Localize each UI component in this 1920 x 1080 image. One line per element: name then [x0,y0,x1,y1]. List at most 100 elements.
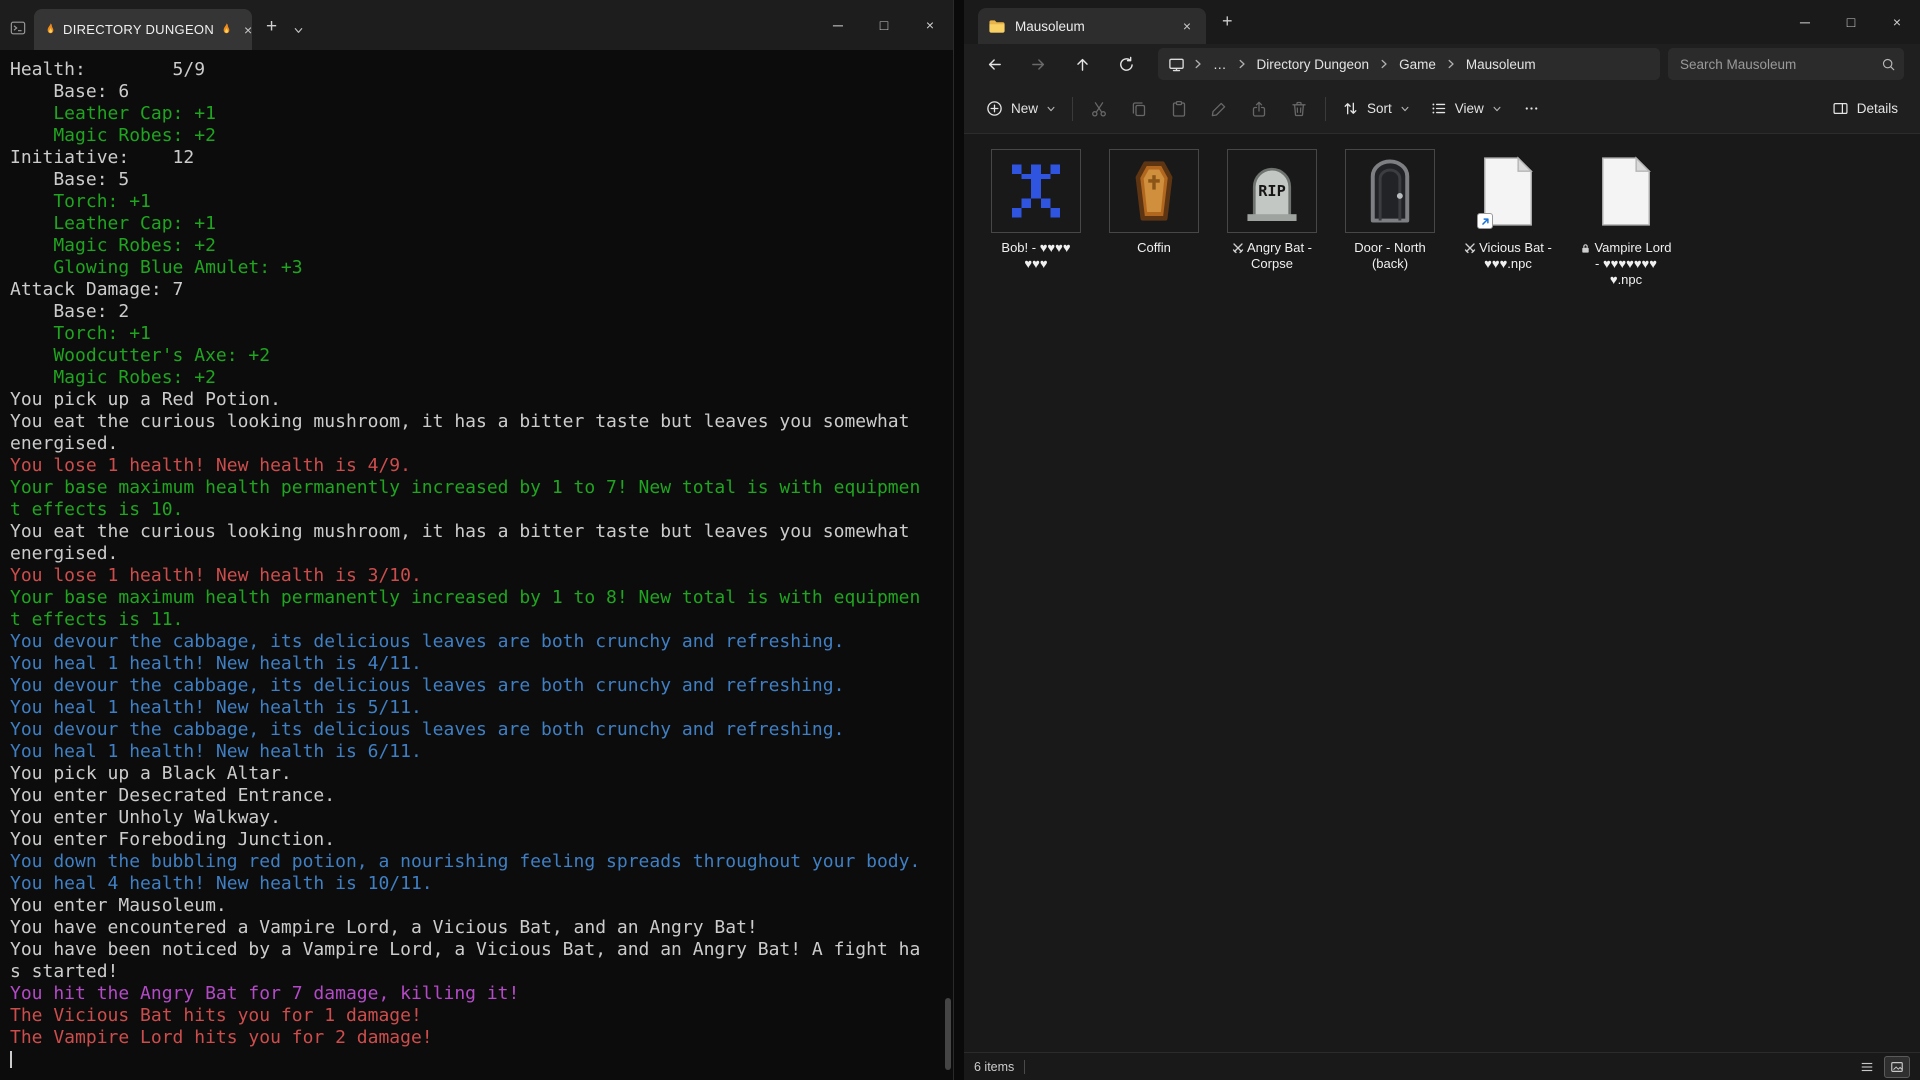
terminal-line: You hit the Angry Bat for 7 damage, kill… [10,983,953,1005]
new-button[interactable]: New [976,92,1066,126]
terminal-line: Your base maximum health permanently inc… [10,587,953,609]
door-icon [1345,149,1435,233]
terminal-line: You have been noticed by a Vampire Lord,… [10,939,953,961]
tab-close-icon[interactable]: × [239,21,257,39]
large-icons-view-toggle-icon[interactable] [1884,1056,1910,1078]
terminal-line: You enter Unholy Walkway. [10,807,953,829]
cut-icon[interactable] [1079,92,1119,126]
chevron-right-icon[interactable] [1377,58,1391,70]
terminal-line: t effects is 10. [10,499,953,521]
sort-icon [1342,100,1359,117]
terminal-line: You pick up a Red Potion. [10,389,953,411]
file-tile[interactable]: Bob! - ♥♥♥♥♥♥♥ [980,149,1092,272]
terminal-line: You devour the cabbage, its delicious le… [10,719,953,741]
gravestone-icon: RIP [1227,149,1317,233]
terminal-line: You heal 4 health! New health is 10/11. [10,873,953,895]
new-tab-button[interactable]: + [266,16,277,38]
terminal-line: Magic Robes: +2 [10,367,953,389]
new-tab-button[interactable]: + [1222,11,1233,32]
search-input[interactable] [1680,57,1881,72]
refresh-icon[interactable] [1104,46,1148,82]
maximize-button[interactable]: □ [1828,0,1874,44]
minimize-button[interactable]: ─ [815,0,861,50]
details-view-toggle-icon[interactable] [1854,1056,1880,1078]
terminal-line: You enter Foreboding Junction. [10,829,953,851]
terminal-line: Initiative: 12 [10,147,953,169]
this-pc-icon[interactable] [1168,56,1185,73]
forward-icon[interactable] [1016,46,1060,82]
close-button[interactable]: × [1874,0,1920,44]
terminal-line: Leather Cap: +1 [10,213,953,235]
explorer-content[interactable]: Bob! - ♥♥♥♥♥♥♥CoffinRIPAngry Bat -Corpse… [964,135,1920,1052]
npc-file-icon [1463,149,1553,233]
chevron-right-icon[interactable] [1235,58,1249,70]
tab-close-icon[interactable]: × [1178,17,1196,35]
more-options-icon[interactable] [1512,92,1552,126]
terminal-line: You enter Mausoleum. [10,895,953,917]
terminal-cursor [10,1049,953,1071]
terminal-line: You lose 1 health! New health is 4/9. [10,455,953,477]
terminal-line: You enter Desecrated Entrance. [10,785,953,807]
terminal-line: Base: 5 [10,169,953,191]
terminal-app-icon [10,20,26,36]
divider [1024,1060,1025,1074]
delete-icon[interactable] [1279,92,1319,126]
bob-pixel-icon [991,149,1081,233]
sort-button-label: Sort [1367,101,1392,116]
terminal-line: You eat the curious looking mushroom, it… [10,411,953,433]
sort-button[interactable]: Sort [1332,92,1420,126]
explorer-tab[interactable]: Mausoleum × [978,8,1206,44]
folder-icon [988,18,1006,34]
terminal-output[interactable]: Health: 5/9 Base: 6 Leather Cap: +1 Magi… [0,50,953,1080]
maximize-button[interactable]: □ [861,0,907,50]
chevron-right-icon[interactable] [1191,58,1205,70]
terminal-line: Torch: +1 [10,323,953,345]
terminal-line: You pick up a Black Altar. [10,763,953,785]
terminal-line: Glowing Blue Amulet: +3 [10,257,953,279]
back-icon[interactable] [972,46,1016,82]
terminal-line: You devour the cabbage, its delicious le… [10,675,953,697]
terminal-line: You devour the cabbage, its delicious le… [10,631,953,653]
terminal-line: Woodcutter's Axe: +2 [10,345,953,367]
minimize-button[interactable]: ─ [1782,0,1828,44]
terminal-line: energised. [10,543,953,565]
terminal-line: Attack Damage: 7 [10,279,953,301]
file-tile[interactable]: RIPAngry Bat -Corpse [1216,149,1328,272]
file-tile[interactable]: Coffin [1098,149,1210,256]
flame-icon [220,22,233,37]
rename-icon[interactable] [1199,92,1239,126]
file-tile[interactable]: Door - North(back) [1334,149,1446,272]
plus-circle-icon [986,100,1003,117]
details-pane-icon [1832,100,1849,117]
breadcrumb-segment[interactable]: Game [1393,54,1442,75]
search-box[interactable] [1668,48,1904,80]
terminal-tab[interactable]: DIRECTORY DUNGEON × [34,9,252,50]
terminal-line: You have encountered a Vampire Lord, a V… [10,917,953,939]
chevron-right-icon[interactable] [1444,58,1458,70]
breadcrumb-segment[interactable]: Mausoleum [1460,54,1542,75]
file-tile[interactable]: Vicious Bat -♥♥♥.npc [1452,149,1564,272]
search-icon[interactable] [1881,57,1896,72]
address-bar[interactable]: … Directory Dungeon Game Mausoleum [1158,48,1660,80]
share-icon[interactable] [1239,92,1279,126]
tab-dropdown-icon[interactable] [293,25,304,36]
terminal-titlebar[interactable]: DIRECTORY DUNGEON × + ─ □ × [0,0,953,50]
view-button[interactable]: View [1420,92,1512,126]
terminal-scrollbar[interactable] [945,998,951,1070]
details-button[interactable]: Details [1822,92,1908,126]
divider [1325,97,1326,121]
breadcrumb: … Directory Dungeon Game Mausoleum [1191,54,1542,75]
details-button-label: Details [1857,101,1898,116]
terminal-line: Torch: +1 [10,191,953,213]
file-label: Door - North(back) [1354,240,1426,272]
paste-icon[interactable] [1159,92,1199,126]
swords-icon [1464,242,1476,254]
breadcrumb-segment[interactable]: Directory Dungeon [1251,54,1376,75]
up-icon[interactable] [1060,46,1104,82]
close-button[interactable]: × [907,0,953,50]
copy-icon[interactable] [1119,92,1159,126]
file-tile[interactable]: Vampire Lord- ♥♥♥♥♥♥♥♥.npc [1570,149,1682,288]
breadcrumb-segment[interactable]: … [1207,54,1233,75]
terminal-line: Your base maximum health permanently inc… [10,477,953,499]
explorer-titlebar[interactable]: Mausoleum × + ─ □ × [964,0,1920,44]
